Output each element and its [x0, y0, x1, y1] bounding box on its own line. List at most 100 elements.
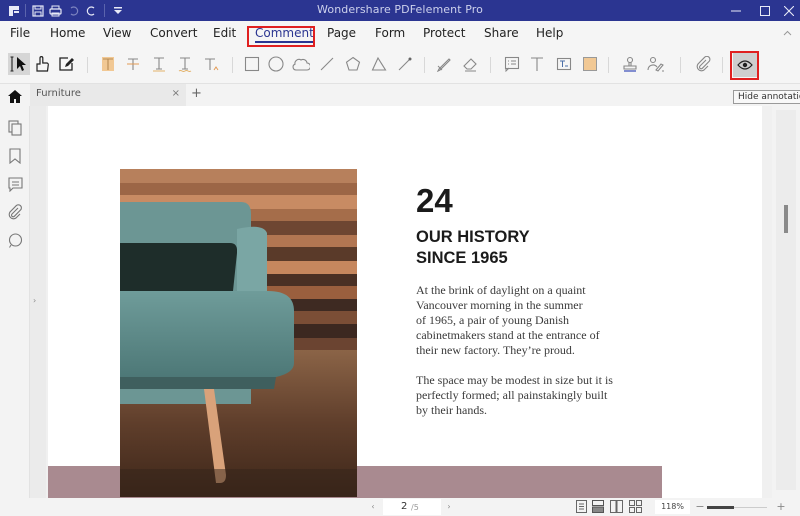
- text-box-tool-button[interactable]: [553, 53, 575, 75]
- history-heading: OUR HISTORY SINCE 1965: [416, 227, 530, 269]
- divider: [232, 57, 233, 73]
- strikethrough-tool-button[interactable]: [122, 53, 144, 75]
- zoom-slider-fill: [707, 506, 734, 509]
- divider: [490, 57, 491, 73]
- tab-furniture[interactable]: Furniture ×: [30, 84, 186, 106]
- page-number-heading: 24: [416, 182, 453, 219]
- rectangle-tool-button[interactable]: [241, 53, 263, 75]
- attachments-icon[interactable]: [7, 204, 23, 220]
- edit-annotation-button[interactable]: [55, 53, 77, 75]
- pdf-page: 24 OUR HISTORY SINCE 1965 At the brink o…: [48, 106, 762, 498]
- stamp-tool-button[interactable]: [619, 53, 641, 75]
- menu-page[interactable]: Page: [327, 26, 356, 40]
- scroll-track[interactable]: [776, 110, 796, 490]
- current-page: 2: [401, 501, 408, 512]
- divider: [424, 57, 425, 73]
- pencil-tool-button[interactable]: [433, 53, 455, 75]
- divider: [680, 57, 681, 73]
- polyline-tool-button[interactable]: [368, 53, 390, 75]
- para2-line: by their hands.: [416, 403, 487, 417]
- document-tab-bar: Furniture × +: [0, 84, 800, 106]
- para2-line: perfectly formed; all painstakingly buil…: [416, 388, 608, 402]
- comment-toolbar: [0, 47, 800, 84]
- menu-home[interactable]: Home: [50, 26, 85, 40]
- thumbnails-icon[interactable]: [7, 120, 23, 136]
- signature-tool-button[interactable]: [645, 53, 667, 75]
- menu-view[interactable]: View: [103, 26, 131, 40]
- attachment-tool-button[interactable]: [692, 53, 714, 75]
- menu-share[interactable]: Share: [484, 26, 519, 40]
- expand-arrow-icon: ›: [33, 296, 37, 305]
- window-title: Wondershare PDFelement Pro: [317, 3, 483, 16]
- hand-tool-button[interactable]: [31, 53, 53, 75]
- highlight-box-hide-annotations: [730, 51, 759, 80]
- menu-help[interactable]: Help: [536, 26, 563, 40]
- select-tool-button[interactable]: [8, 53, 30, 75]
- highlight-tool-button[interactable]: [97, 53, 119, 75]
- prev-page-button[interactable]: ‹: [366, 499, 380, 514]
- page-number-input[interactable]: 2 /5: [383, 499, 441, 515]
- eraser-tool-button[interactable]: [459, 53, 481, 75]
- app-window: Wondershare PDFelement Pro File Home Vie…: [0, 0, 800, 516]
- caret-tool-button[interactable]: [200, 53, 222, 75]
- para1-line: Vancouver morning in the summer: [416, 298, 583, 312]
- typewriter-tool-button[interactable]: [526, 53, 548, 75]
- heading-line-2: SINCE 1965: [416, 249, 508, 267]
- single-page-view-icon[interactable]: [574, 499, 588, 514]
- para1-line: cabinetmakers stand at the entrance of: [416, 328, 600, 342]
- para2-line: The space may be modest in size but it i…: [416, 373, 613, 387]
- area-highlight-tool-button[interactable]: [579, 53, 601, 75]
- arrow-tool-button[interactable]: [394, 53, 416, 75]
- next-page-button[interactable]: ›: [442, 499, 456, 514]
- home-icon[interactable]: [8, 88, 22, 107]
- oval-tool-button[interactable]: [265, 53, 287, 75]
- menu-edit[interactable]: Edit: [213, 26, 236, 40]
- squiggly-tool-button[interactable]: [174, 53, 196, 75]
- note-tool-button[interactable]: [501, 53, 523, 75]
- search-icon[interactable]: [7, 232, 23, 248]
- collapse-ribbon-icon[interactable]: [783, 28, 792, 39]
- underline-tool-button[interactable]: [148, 53, 170, 75]
- heading-line-1: OUR HISTORY: [416, 228, 530, 246]
- menu-bar: File Home View Convert Edit Comment Page…: [0, 21, 800, 47]
- two-page-continuous-view-icon[interactable]: [628, 499, 642, 514]
- vertical-scrollbar[interactable]: [772, 106, 800, 498]
- divider: [722, 57, 723, 73]
- divider: [608, 57, 609, 73]
- menu-convert[interactable]: Convert: [150, 26, 197, 40]
- comments-icon[interactable]: [7, 176, 23, 192]
- zoom-out-button[interactable]: −: [693, 499, 707, 514]
- document-viewer[interactable]: 24 OUR HISTORY SINCE 1965 At the brink o…: [46, 106, 772, 498]
- bookmarks-icon[interactable]: [7, 148, 23, 164]
- two-page-view-icon[interactable]: [609, 499, 623, 514]
- tab-close-icon[interactable]: ×: [172, 88, 180, 99]
- menu-protect[interactable]: Protect: [423, 26, 465, 40]
- status-bar: ‹ 2 /5 › 118% − +: [0, 498, 800, 516]
- sofa-photo: [120, 169, 357, 497]
- para1-line: At the brink of daylight on a quaint: [416, 283, 586, 297]
- new-tab-button[interactable]: +: [191, 86, 202, 101]
- maximize-button[interactable]: [752, 0, 778, 21]
- zoom-in-button[interactable]: +: [774, 499, 788, 514]
- total-pages: /5: [411, 503, 419, 512]
- close-button[interactable]: [776, 0, 800, 21]
- polygon-tool-button[interactable]: [342, 53, 364, 75]
- divider: [87, 57, 88, 73]
- continuous-view-icon[interactable]: [591, 499, 605, 514]
- minimize-button[interactable]: [723, 0, 749, 21]
- cloud-tool-button[interactable]: [290, 53, 312, 75]
- title-bar: Wondershare PDFelement Pro: [0, 0, 800, 21]
- zoom-slider[interactable]: [707, 506, 767, 509]
- left-sidebar: [0, 106, 30, 498]
- menu-form[interactable]: Form: [375, 26, 405, 40]
- zoom-level-input[interactable]: 118%: [655, 500, 690, 514]
- tooltip-hide-annotations: Hide annotations: [733, 90, 800, 104]
- line-tool-button[interactable]: [316, 53, 338, 75]
- menu-file[interactable]: File: [10, 26, 30, 40]
- scroll-thumb[interactable]: [784, 205, 788, 233]
- para1-line: their new factory. They’re proud.: [416, 343, 575, 357]
- para1-line: of 1965, a pair of young Danish: [416, 313, 569, 327]
- tab-label: Furniture: [36, 88, 81, 99]
- sidebar-collapse-handle[interactable]: ›: [30, 106, 46, 498]
